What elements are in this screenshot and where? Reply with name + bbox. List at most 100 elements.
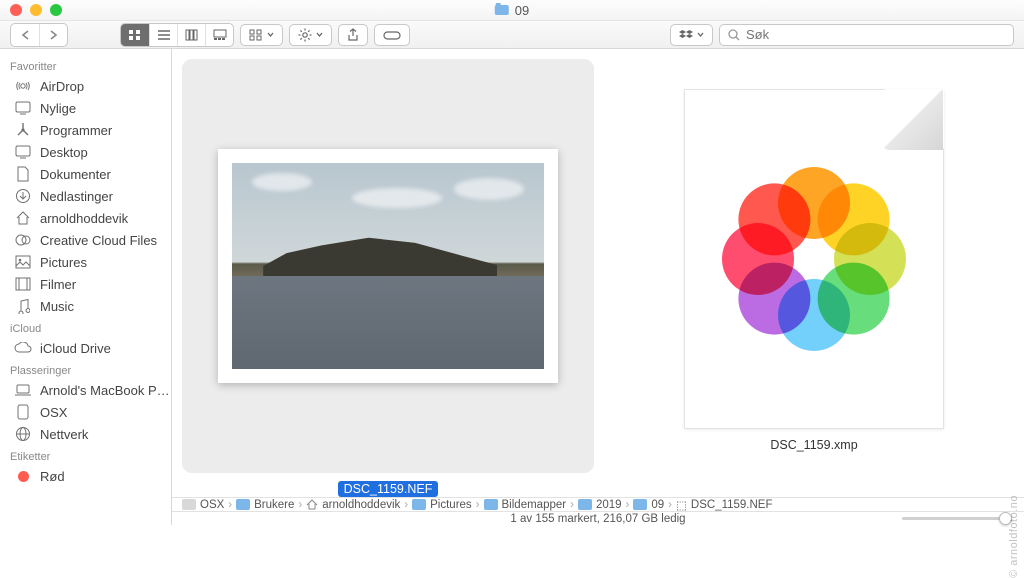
sidebar-item-label: Music xyxy=(40,299,74,314)
chevron-right-icon: › xyxy=(298,499,302,511)
chevron-right-icon: › xyxy=(404,499,408,511)
chevron-right-icon: › xyxy=(476,499,480,511)
photos-app-icon xyxy=(709,154,919,364)
window-title-text: 09 xyxy=(515,3,529,18)
sidebar-item-creative-cloud[interactable]: Creative Cloud Files xyxy=(0,229,171,251)
folder-icon xyxy=(484,499,498,510)
sidebar-item-label: Nedlastinger xyxy=(40,189,113,204)
sidebar-heading-favorites: Favoritter xyxy=(0,55,171,75)
sidebar-item-pictures[interactable]: Pictures xyxy=(0,251,171,273)
folder-icon xyxy=(236,499,250,510)
sidebar-item-movies[interactable]: Filmer xyxy=(0,273,171,295)
sidebar-item-label: Dokumenter xyxy=(40,167,111,182)
sidebar-item-applications[interactable]: Programmer xyxy=(0,119,171,141)
tags-button[interactable] xyxy=(374,24,410,46)
sidebar-item-laptop[interactable]: Arnold's MacBook P… xyxy=(0,379,171,401)
sidebar-item-network[interactable]: Nettverk xyxy=(0,423,171,445)
sidebar-item-label: OSX xyxy=(40,405,67,420)
path-segment-folder[interactable]: Pictures xyxy=(412,499,472,511)
group-by-menu[interactable] xyxy=(240,24,283,46)
sidebar: Favoritter AirDrop Nylige Programmer Des… xyxy=(0,49,172,525)
path-segment-file[interactable]: ⬚DSC_1159.NEF xyxy=(676,498,772,512)
sidebar-item-music[interactable]: Music xyxy=(0,295,171,317)
path-segment-folder[interactable]: Brukere xyxy=(236,499,294,511)
maximize-button[interactable] xyxy=(50,4,62,16)
sidebar-item-label: Nettverk xyxy=(40,427,88,442)
sidebar-heading-icloud: iCloud xyxy=(0,317,171,337)
path-segment-home[interactable]: arnoldhoddevik xyxy=(306,499,400,511)
file-grid[interactable]: DSC_1159.NEF DSC_1159.xm xyxy=(172,49,1024,497)
view-mode-switcher xyxy=(120,23,234,47)
window-controls xyxy=(10,4,62,16)
sidebar-item-label: arnoldhoddevik xyxy=(40,211,128,226)
file-name-label[interactable]: DSC_1159.xmp xyxy=(764,437,863,453)
toolbar xyxy=(0,21,1024,49)
status-bar: 1 av 155 markert, 216,07 GB ledig xyxy=(172,511,1024,525)
tag-icon xyxy=(383,29,401,41)
sidebar-item-label: Programmer xyxy=(40,123,112,138)
icloud-icon xyxy=(14,340,32,356)
sidebar-item-recents[interactable]: Nylige xyxy=(0,97,171,119)
gear-icon xyxy=(298,28,312,42)
chevron-right-icon: › xyxy=(570,499,574,511)
forward-button[interactable] xyxy=(39,24,67,46)
path-segment-drive[interactable]: OSX xyxy=(182,499,224,511)
file-icon: ⬚ xyxy=(676,498,687,512)
folder-icon xyxy=(633,499,647,510)
file-item-selected[interactable]: DSC_1159.NEF xyxy=(182,59,594,497)
documents-icon xyxy=(14,166,32,182)
close-button[interactable] xyxy=(10,4,22,16)
file-name-label[interactable]: DSC_1159.NEF xyxy=(338,481,439,497)
sidebar-item-desktop[interactable]: Desktop xyxy=(0,141,171,163)
movies-icon xyxy=(14,276,32,292)
file-item-xmp[interactable]: DSC_1159.xmp xyxy=(634,59,994,453)
titlebar: 09 xyxy=(0,0,1024,21)
action-menu[interactable] xyxy=(289,24,332,46)
sidebar-item-label: Pictures xyxy=(40,255,87,270)
sidebar-item-tag-red[interactable]: Rød xyxy=(0,465,171,487)
watermark: © arnoldfoto.no xyxy=(1008,495,1020,578)
column-view-button[interactable] xyxy=(177,24,205,46)
search-icon xyxy=(728,29,740,41)
gallery-view-button[interactable] xyxy=(205,24,233,46)
icon-view-button[interactable] xyxy=(121,24,149,46)
folder-icon xyxy=(412,499,426,510)
path-bar: OSX › Brukere › arnoldhoddevik › Picture… xyxy=(172,497,1024,511)
list-view-button[interactable] xyxy=(149,24,177,46)
chevron-right-icon: › xyxy=(228,499,232,511)
zoom-slider[interactable] xyxy=(902,517,1012,520)
share-icon xyxy=(347,28,359,42)
search-field[interactable] xyxy=(719,24,1014,46)
nav-buttons xyxy=(10,23,68,47)
sidebar-heading-tags: Etiketter xyxy=(0,445,171,465)
disk-icon xyxy=(14,404,32,420)
sidebar-item-label: Creative Cloud Files xyxy=(40,233,157,248)
folder-icon xyxy=(578,499,592,510)
home-icon xyxy=(14,210,32,226)
sidebar-item-label: Filmer xyxy=(40,277,76,292)
share-button[interactable] xyxy=(338,24,368,46)
sidebar-item-label: Desktop xyxy=(40,145,88,160)
sidebar-item-downloads[interactable]: Nedlastinger xyxy=(0,185,171,207)
dropbox-menu[interactable] xyxy=(670,24,713,46)
tag-red-icon xyxy=(14,468,32,484)
back-button[interactable] xyxy=(11,24,39,46)
search-input[interactable] xyxy=(746,27,1005,42)
sidebar-item-home[interactable]: arnoldhoddevik xyxy=(0,207,171,229)
path-segment-folder[interactable]: Bildemapper xyxy=(484,499,567,511)
minimize-button[interactable] xyxy=(30,4,42,16)
network-icon xyxy=(14,426,32,442)
path-segment-folder[interactable]: 2019 xyxy=(578,499,622,511)
sidebar-item-osx[interactable]: OSX xyxy=(0,401,171,423)
pictures-icon xyxy=(14,254,32,270)
file-thumbnail-image xyxy=(232,163,544,369)
path-segment-folder[interactable]: 09 xyxy=(633,499,664,511)
sidebar-heading-locations: Plasseringer xyxy=(0,359,171,379)
sidebar-item-label: Rød xyxy=(40,469,65,484)
sidebar-item-airdrop[interactable]: AirDrop xyxy=(0,75,171,97)
sidebar-item-icloud-drive[interactable]: iCloud Drive xyxy=(0,337,171,359)
grid-icon xyxy=(249,29,263,41)
chevron-down-icon xyxy=(267,32,274,37)
sidebar-item-documents[interactable]: Dokumenter xyxy=(0,163,171,185)
chevron-right-icon: › xyxy=(668,499,672,511)
